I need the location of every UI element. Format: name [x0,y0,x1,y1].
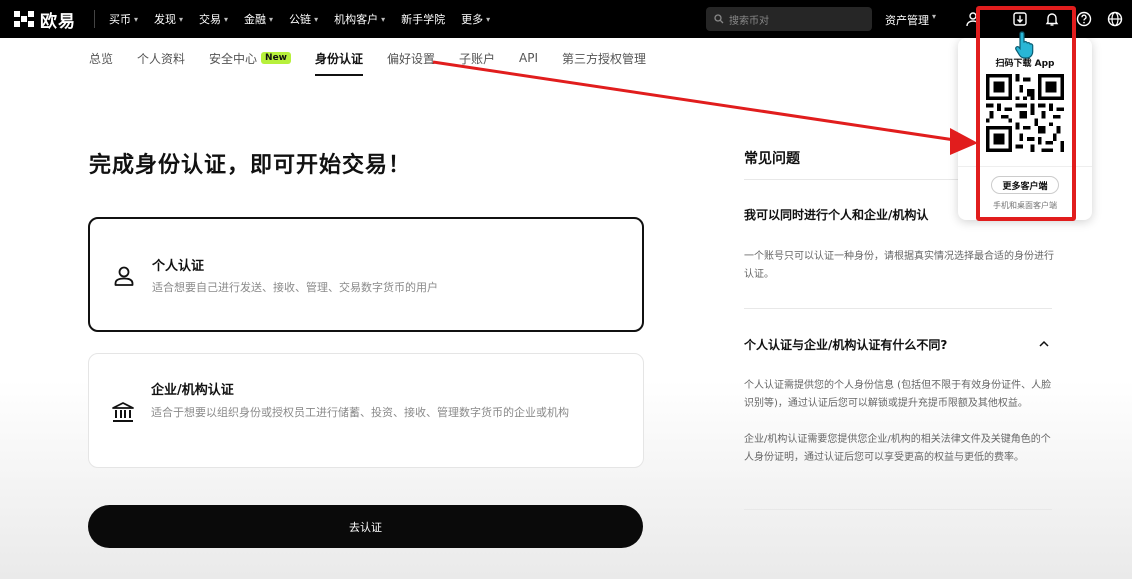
hand-cursor-icon [1015,31,1034,59]
nav-label: 更多 [461,13,484,26]
chevron-down-icon: ▾ [134,14,139,24]
tab-label: 总览 [89,51,114,66]
logo-icon [14,11,34,27]
chevron-up-icon[interactable] [1038,338,1050,350]
main-nav: 买币 ▾ 发现 ▾ 交易 ▾ 金融 ▾ 公链 ▾ 机构客户 ▾ 新手学院 更多 ▾ [109,11,490,27]
logo[interactable]: 欧易 [14,7,76,32]
faq-answer-2-part-2: 企业/机构认证需要您提供您企业/机构的相关法律文件及关键角色的个人身份证明，通过… [744,434,1051,463]
institution-verification-desc: 适合于想要以组织身份或授权员工进行储蓄、投资、接收、管理数字货币的企业或机构 [151,406,569,419]
person-icon [114,266,134,286]
tab-label: API [519,51,539,65]
tab-third-party-auth[interactable]: 第三方授权管理 [562,40,646,76]
chevron-down-icon: ▾ [381,14,386,24]
tab-label: 个人资料 [137,51,186,66]
tab-label: 身份认证 [315,51,364,66]
faq-answer-2-part-1: 个人认证需提供您的个人身份信息 (包括但不限于有效身份证件、人脸识别等)，通过认… [744,380,1052,409]
nav-item-discover[interactable]: 发现 ▾ [154,11,183,27]
new-badge: New [261,52,291,64]
help-icon[interactable] [1075,10,1093,28]
asset-management-menu[interactable]: 资产管理 ▾ [885,12,936,28]
tab-api[interactable]: API [519,40,538,76]
faq-divider [744,509,1052,510]
nav-item-chain[interactable]: 公链 ▾ [289,11,318,27]
institution-verification-title: 企业/机构认证 [151,383,234,398]
nav-label: 发现 [154,13,177,26]
tab-identity-verification[interactable]: 身份认证 [315,40,364,76]
faq-title: 常见问题 [744,151,800,167]
asset-label: 资产管理 [885,14,929,27]
tab-label: 第三方授权管理 [562,51,647,66]
nav-item-trade[interactable]: 交易 ▾ [199,11,228,27]
tab-label: 安全中心 [209,51,258,66]
nav-label: 新手学院 [401,13,446,26]
nav-item-more[interactable]: 更多 ▾ [461,11,490,27]
nav-label: 金融 [244,13,267,26]
search-input[interactable]: 搜索币对 [706,7,872,31]
search-icon [714,14,724,24]
chevron-down-icon: ▾ [269,14,274,24]
nav-item-academy[interactable]: 新手学院 [401,11,445,27]
personal-verification-desc: 适合想要自己进行发送、接收、管理、交易数字货币的用户 [152,281,438,294]
faq-answer-1: 一个账号只可以认证一种身份，请根据真实情况选择最合适的身份进行认证。 [744,251,1054,280]
nav-item-institution[interactable]: 机构客户 ▾ [334,11,385,27]
globe-icon[interactable] [1106,10,1124,28]
tab-preferences[interactable]: 偏好设置 [387,40,435,76]
nav-label: 公链 [289,13,312,26]
page-title: 完成身份认证，即可开始交易！ [89,153,412,178]
faq-divider [744,308,1052,309]
personal-verification-option[interactable]: 个人认证 适合想要自己进行发送、接收、管理、交易数字货币的用户 [88,217,644,332]
chevron-down-icon: ▾ [314,14,319,24]
nav-item-finance[interactable]: 金融 ▾ [244,11,273,27]
tab-sub-accounts[interactable]: 子账户 [459,40,495,76]
nav-item-buy[interactable]: 买币 ▾ [109,11,138,27]
nav-label: 交易 [199,13,222,26]
faq-question-2[interactable]: 个人认证与企业/机构认证有什么不同? [744,336,947,353]
account-tabs: 总览 个人资料 安全中心 New 身份认证 偏好设置 子账户 API 第三方授权管… [89,40,646,76]
institution-verification-option[interactable]: 企业/机构认证 适合于想要以组织身份或授权员工进行储蓄、投资、接收、管理数字货币… [88,353,644,468]
top-navigation-bar: 欧易 买币 ▾ 发现 ▾ 交易 ▾ 金融 ▾ 公链 ▾ 机构客户 ▾ 新手学院 更多 ▾ 搜索… [0,0,1132,38]
tab-label: 子账户 [459,51,496,66]
chevron-down-icon: ▾ [932,12,937,21]
go-verify-button[interactable]: 去认证 [88,505,643,548]
chevron-down-icon: ▾ [179,14,184,24]
tab-profile[interactable]: 个人资料 [137,40,185,76]
logo-text: 欧易 [40,11,76,32]
tab-label: 偏好设置 [387,51,436,66]
personal-verification-title: 个人认证 [152,259,205,274]
faq-question-1[interactable]: 我可以同时进行个人和企业/机构认 [744,206,928,223]
chevron-down-icon: ▾ [486,14,491,24]
nav-label: 机构客户 [334,13,379,26]
tab-security[interactable]: 安全中心 New [209,40,291,76]
tab-overview[interactable]: 总览 [89,40,113,76]
search-placeholder: 搜索币对 [729,15,769,27]
nav-divider [94,10,95,28]
nav-label: 买币 [109,13,131,26]
chevron-down-icon: ▾ [224,14,229,24]
bank-icon [112,402,134,422]
